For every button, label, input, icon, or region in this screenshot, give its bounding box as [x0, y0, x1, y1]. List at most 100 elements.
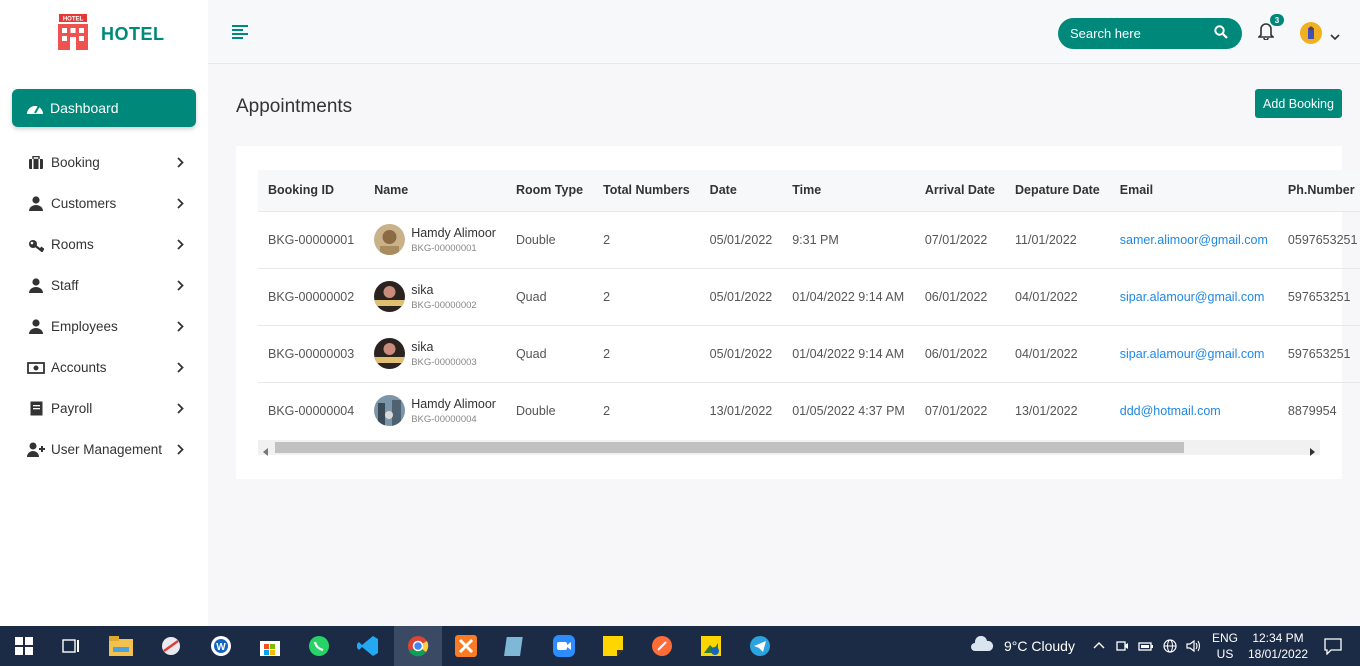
column-header[interactable]: Email: [1110, 170, 1278, 211]
user-icon: [26, 196, 46, 212]
writer-app-icon[interactable]: W: [208, 634, 234, 658]
email-link[interactable]: sipar.alamour@gmail.com: [1109, 324, 1278, 382]
add-booking-button[interactable]: Add Booking: [1255, 89, 1342, 118]
vscode-icon[interactable]: [355, 634, 381, 658]
menu-toggle-icon[interactable]: [232, 25, 248, 44]
search-placeholder: Search here: [1070, 26, 1141, 41]
column-header[interactable]: Date: [700, 170, 783, 211]
sidebar-item-staff[interactable]: Staff: [0, 265, 208, 306]
table-row[interactable]: BKG-00000001 Hamdy Alimoor BKG-00000001 Dou…: [258, 210, 1360, 268]
chevron-right-icon[interactable]: [177, 320, 184, 335]
chevron-up-icon[interactable]: [1092, 639, 1106, 658]
battery-icon[interactable]: [1138, 639, 1154, 658]
sidebar-item-rooms[interactable]: Rooms: [0, 224, 208, 265]
file-explorer-icon[interactable]: [108, 634, 134, 658]
briefcase-icon: [26, 155, 46, 171]
cell-room: Quad: [505, 267, 594, 325]
cell-id: BKG-00000004: [258, 381, 365, 439]
microsoft-store-icon[interactable]: [257, 634, 283, 658]
photos-app-icon[interactable]: [698, 634, 724, 658]
email-link[interactable]: samer.alimoor@gmail.com: [1109, 210, 1278, 268]
sidebar-item-employees[interactable]: Employees: [0, 306, 208, 347]
cell-arrival: 06/01/2022: [914, 267, 1006, 325]
chevron-right-icon[interactable]: [177, 443, 184, 458]
table-row[interactable]: BKG-00000004 Hamdy Alimoor BKG-00000004 Dou…: [258, 381, 1360, 439]
chevron-right-icon[interactable]: [177, 197, 184, 212]
customer-avatar[interactable]: [374, 281, 406, 312]
xampp-icon[interactable]: [453, 634, 479, 658]
sidebar-item-customers[interactable]: Customers: [0, 183, 208, 224]
brand-name: HOTEL: [101, 24, 165, 44]
sidebar-item-accounts[interactable]: Accounts: [0, 347, 208, 388]
horizontal-scrollbar[interactable]: [258, 440, 1320, 456]
chrome-icon[interactable]: [394, 626, 442, 666]
svg-text:W: W: [216, 642, 226, 653]
chevron-right-icon[interactable]: [177, 279, 184, 294]
column-header[interactable]: Time: [782, 170, 915, 211]
email-link[interactable]: ddd@hotmail.com: [1109, 381, 1278, 439]
chevron-right-icon[interactable]: [177, 402, 184, 417]
volume-icon[interactable]: [1186, 639, 1202, 658]
zoom-icon[interactable]: [551, 634, 577, 658]
cell-arrival: 07/01/2022: [914, 210, 1006, 268]
chevron-right-icon[interactable]: [177, 156, 184, 171]
customer-name[interactable]: Hamdy Alimoor: [411, 226, 496, 240]
sidebar-item-label: Employees: [51, 319, 118, 334]
sidebar-item-dashboard[interactable]: Dashboard: [12, 89, 196, 127]
chevron-right-icon[interactable]: [177, 361, 184, 376]
column-header[interactable]: Room Type: [506, 170, 593, 211]
whatsapp-icon[interactable]: [306, 634, 332, 658]
customer-name[interactable]: sika: [411, 340, 477, 354]
language-indicator[interactable]: ENG US: [1212, 630, 1238, 662]
table-row[interactable]: BKG-00000002 sika BKG-00000002 Quad 2 05/01/2…: [258, 267, 1360, 325]
search-input[interactable]: Search here: [1058, 18, 1242, 49]
chevron-down-icon[interactable]: [1330, 28, 1340, 46]
cell-time: 9:31 PM: [782, 210, 915, 268]
notification-center-icon[interactable]: [1324, 637, 1342, 660]
task-view-icon[interactable]: [58, 634, 84, 658]
customer-cell: sika BKG-00000003: [364, 324, 506, 382]
sidebar-item-user-management[interactable]: User Management: [0, 429, 208, 470]
scrollbar-thumb[interactable]: [275, 442, 1184, 453]
customer-booking-id: BKG-00000004: [411, 413, 477, 425]
cell-room: Double: [505, 210, 594, 268]
scroll-right-icon[interactable]: [1309, 443, 1315, 461]
cloud-icon: [970, 635, 994, 655]
customer-avatar[interactable]: [374, 224, 406, 255]
column-header[interactable]: Booking ID: [258, 170, 364, 211]
taskbar-clock[interactable]: 12:34 PM 18/01/2022: [1248, 630, 1308, 662]
sidebar-item-payroll[interactable]: Payroll: [0, 388, 208, 429]
customer-name[interactable]: sika: [411, 283, 477, 297]
search-icon[interactable]: [1214, 25, 1228, 42]
globe-icon[interactable]: [1163, 639, 1177, 658]
customer-avatar[interactable]: [374, 395, 406, 427]
column-header[interactable]: Name: [364, 170, 506, 211]
column-header[interactable]: Ph.Number: [1278, 170, 1360, 211]
postman-icon[interactable]: [649, 634, 675, 658]
telegram-icon[interactable]: [747, 634, 773, 658]
sidebar-item-booking[interactable]: Booking: [0, 142, 208, 183]
column-header[interactable]: Arrival Date: [915, 170, 1005, 211]
notepad-icon[interactable]: [502, 634, 528, 658]
table-body: BKG-00000001 Hamdy Alimoor BKG-00000001 Dou…: [258, 210, 1360, 439]
column-header[interactable]: Total Numbers: [593, 170, 700, 211]
sidebar-item-label: Customers: [51, 196, 117, 211]
user-avatar[interactable]: [1300, 22, 1322, 44]
chevron-right-icon[interactable]: [177, 238, 184, 253]
scroll-left-icon[interactable]: [263, 443, 269, 461]
meet-icon[interactable]: [1115, 639, 1129, 658]
column-header[interactable]: Depature Date: [1005, 170, 1110, 211]
snipping-tool-icon[interactable]: [158, 634, 184, 658]
table-row[interactable]: BKG-00000003 sika BKG-00000003 Quad 2 05/01/2…: [258, 324, 1360, 382]
sticky-notes-icon[interactable]: [600, 634, 626, 658]
sidebar-item-label: Payroll: [51, 401, 93, 416]
sidebar-menu: Booking Customers Rooms Staff Employees Accou…: [0, 142, 208, 470]
windows-start-icon[interactable]: [11, 634, 37, 658]
customer-avatar[interactable]: [374, 338, 406, 369]
weather-widget[interactable]: 9°C Cloudy: [970, 635, 1075, 655]
brand-logo[interactable]: HOTEL HOTEL: [55, 14, 165, 55]
bell-icon[interactable]: [1257, 22, 1275, 45]
user-plus-icon: [26, 442, 46, 458]
customer-name[interactable]: Hamdy Alimoor: [411, 397, 496, 411]
email-link[interactable]: sipar.alamour@gmail.com: [1109, 267, 1278, 325]
